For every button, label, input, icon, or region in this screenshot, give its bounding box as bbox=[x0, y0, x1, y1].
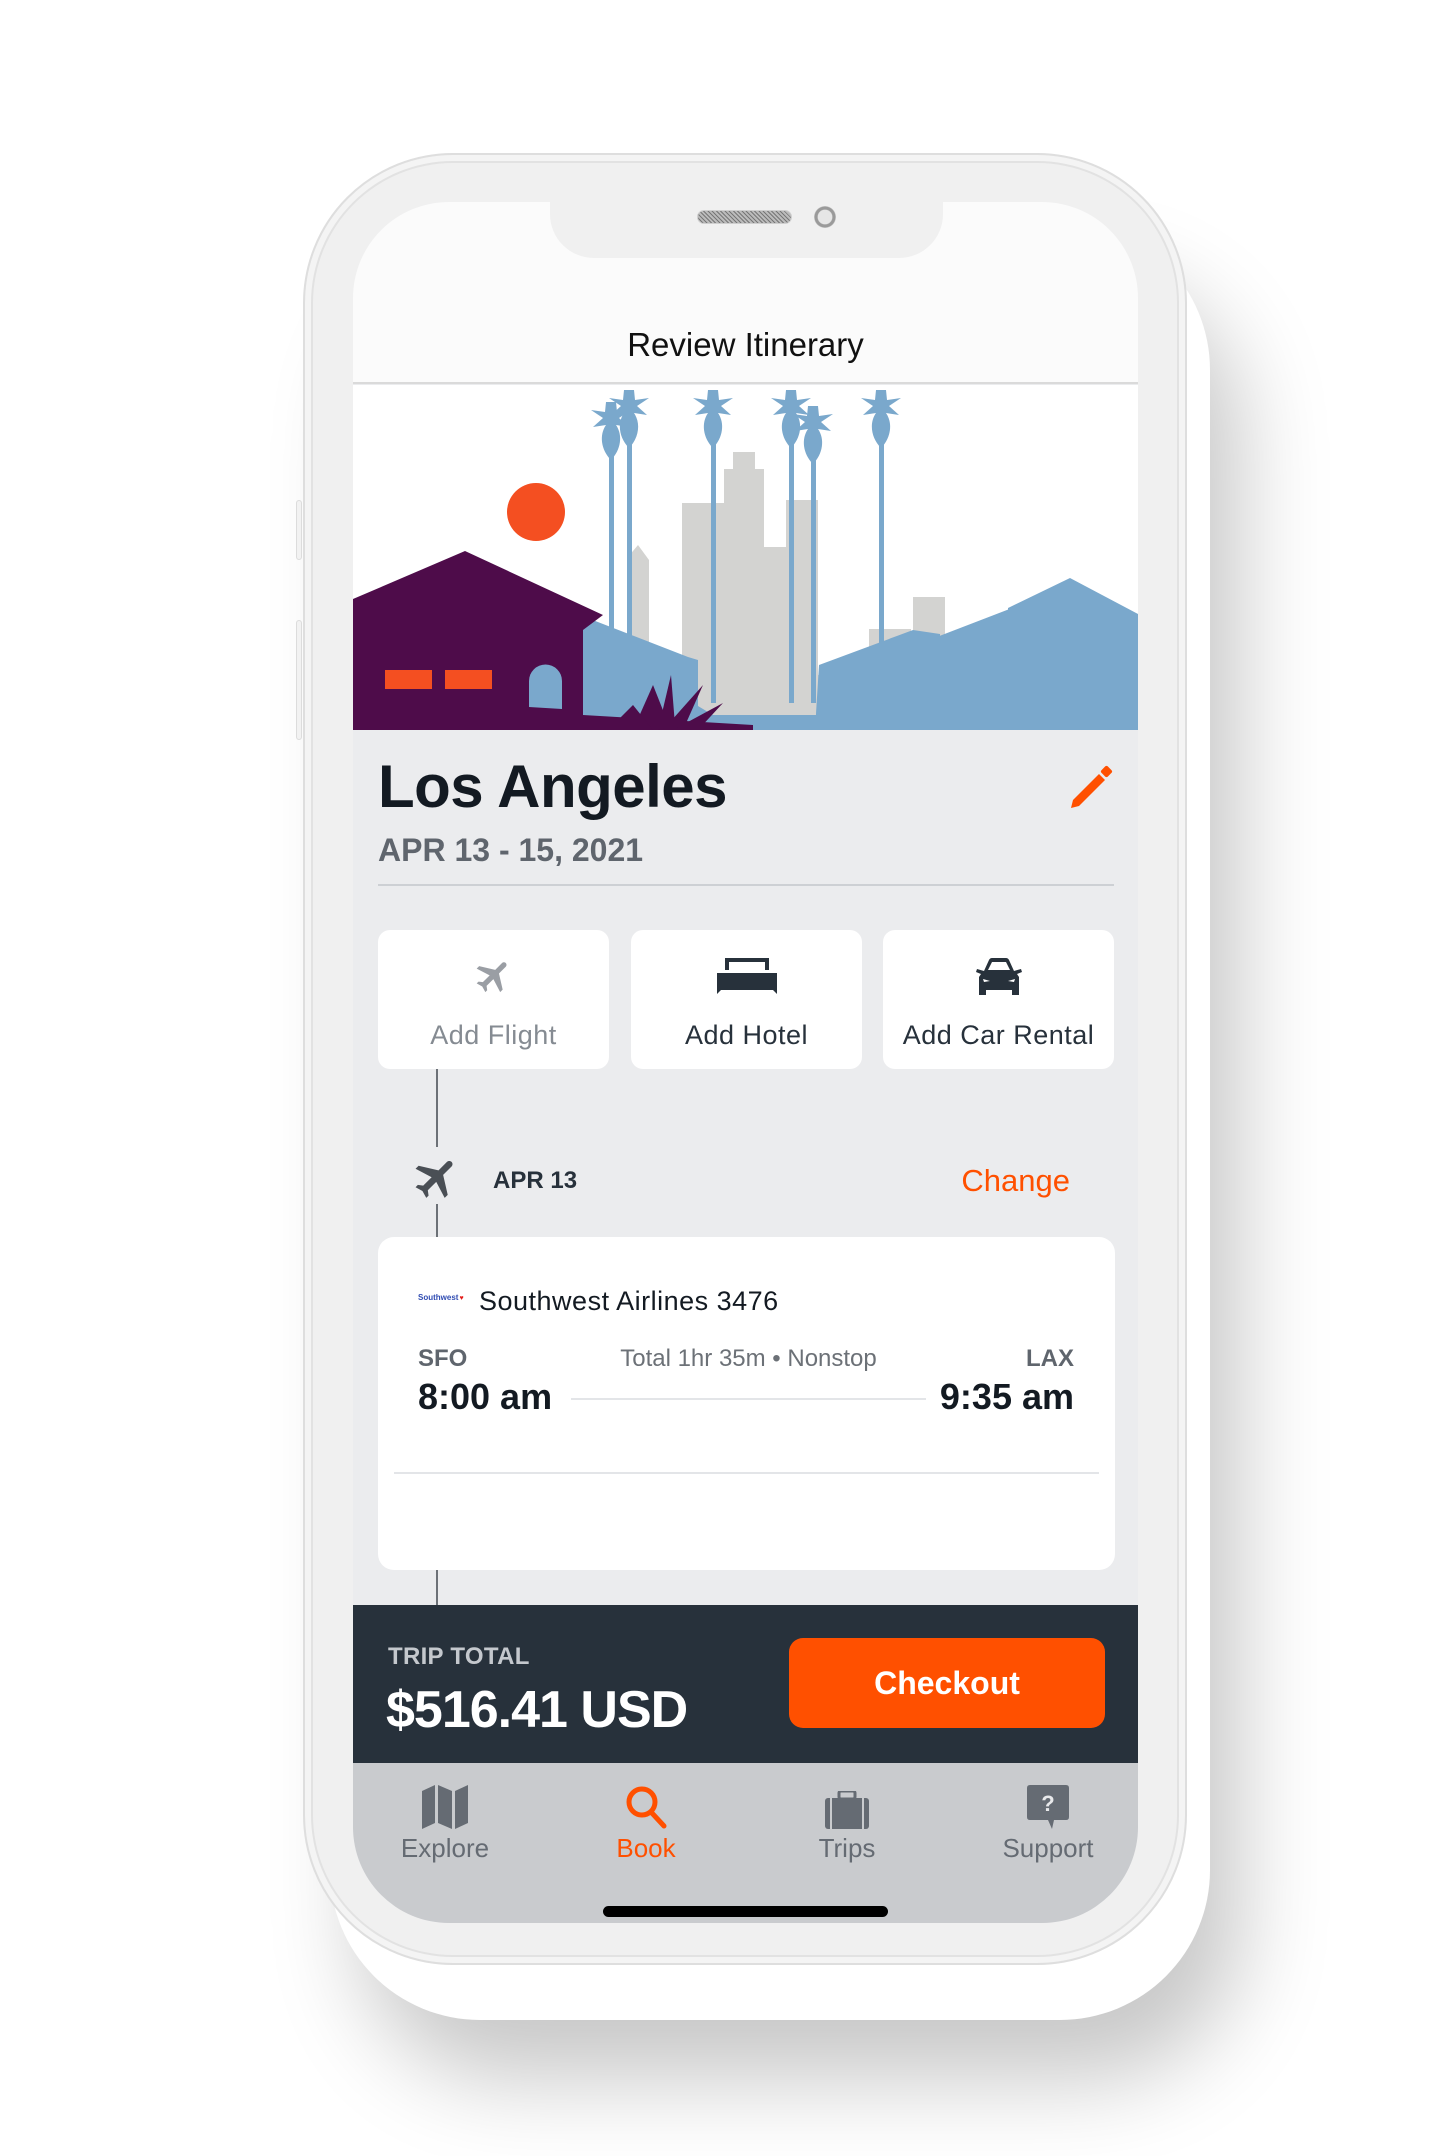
add-flight-label: Add Flight bbox=[430, 1020, 557, 1050]
front-camera bbox=[814, 206, 836, 228]
airplane-icon bbox=[476, 962, 507, 993]
tab-book-label: Book bbox=[616, 1833, 676, 1863]
house-door bbox=[529, 664, 562, 709]
building bbox=[764, 547, 786, 715]
add-hotel-label: Add Hotel bbox=[684, 1020, 809, 1050]
house-window bbox=[445, 670, 492, 689]
house-window bbox=[385, 670, 432, 689]
tab-bar: Explore Book Trips ? Support bbox=[353, 1763, 1138, 1923]
flight-segment-icon bbox=[411, 1152, 463, 1204]
svg-text:?: ? bbox=[1041, 1791, 1054, 1816]
speaker-grille bbox=[697, 210, 792, 224]
building bbox=[724, 469, 764, 715]
arrive-time: 9:35 am bbox=[939, 1376, 1074, 1417]
timeline-line bbox=[436, 1570, 438, 1605]
trip-total-value: $516.41 USD bbox=[386, 1681, 688, 1739]
airplane-icon bbox=[415, 1160, 453, 1198]
edit-trip-button[interactable] bbox=[1065, 764, 1113, 812]
destination-title: Los Angeles bbox=[378, 753, 728, 820]
page-title: Review Itinerary bbox=[627, 326, 864, 363]
destination-code: LAX bbox=[1026, 1345, 1074, 1372]
airline-name: Southwest Airlines 3476 bbox=[479, 1286, 779, 1316]
change-flight-link[interactable]: Change bbox=[961, 1163, 1070, 1199]
timeline-line bbox=[436, 1069, 438, 1147]
sun bbox=[507, 483, 565, 541]
section-divider bbox=[378, 884, 1114, 886]
depart-time: 8:00 am bbox=[418, 1376, 553, 1417]
airline-logo: Southwest bbox=[418, 1293, 464, 1302]
add-car-rental-button[interactable]: Add Car Rental bbox=[883, 930, 1114, 1069]
palm-tree bbox=[861, 390, 901, 665]
car-icon bbox=[975, 958, 1022, 995]
bed-icon bbox=[716, 958, 777, 994]
tab-trips-label: Trips bbox=[818, 1833, 876, 1863]
tab-explore-label: Explore bbox=[400, 1833, 490, 1863]
home-indicator bbox=[603, 1906, 888, 1917]
phone-screen: Review Itinerary Los Angeles APR 13 - 15… bbox=[353, 202, 1138, 1923]
skyline-illustration bbox=[353, 390, 1138, 730]
add-hotel-button[interactable]: Add Hotel bbox=[631, 930, 862, 1069]
help-bubble-icon: ? bbox=[1027, 1785, 1069, 1829]
search-icon bbox=[626, 1786, 667, 1829]
card-divider bbox=[394, 1472, 1099, 1474]
add-car-rental-label: Add Car Rental bbox=[902, 1020, 1095, 1050]
tab-book[interactable]: Book bbox=[566, 1781, 726, 1881]
segment-date: APR 13 bbox=[493, 1167, 578, 1194]
volume-up-button bbox=[296, 620, 302, 740]
add-flight-button[interactable]: Add Flight bbox=[378, 930, 609, 1069]
tab-trips[interactable]: Trips bbox=[767, 1781, 927, 1881]
tab-support-label: Support bbox=[1002, 1833, 1094, 1863]
suitcase-icon bbox=[825, 1791, 869, 1829]
destination-illustration bbox=[353, 385, 1138, 730]
timeline-line bbox=[436, 1204, 438, 1237]
pencil-icon bbox=[1071, 765, 1113, 808]
route-line bbox=[571, 1398, 926, 1400]
map-icon bbox=[422, 1785, 468, 1829]
trip-total-label: TRIP TOTAL bbox=[388, 1643, 530, 1670]
hill-right-top bbox=[1008, 578, 1138, 685]
trip-dates: APR 13 - 15, 2021 bbox=[378, 832, 644, 868]
notch bbox=[550, 202, 943, 258]
building bbox=[733, 452, 755, 472]
tab-explore[interactable]: Explore bbox=[365, 1781, 525, 1881]
mute-switch bbox=[296, 500, 302, 560]
trip-total-bar: TRIP TOTAL $516.41 USD Checkout bbox=[353, 1605, 1138, 1763]
flight-duration: Total 1hr 35m • Nonstop bbox=[620, 1345, 877, 1372]
checkout-button[interactable]: Checkout bbox=[789, 1638, 1105, 1728]
flight-card[interactable]: Southwest Southwest Airlines 3476 SFO To… bbox=[378, 1237, 1115, 1570]
tab-support[interactable]: ? Support bbox=[968, 1781, 1128, 1881]
